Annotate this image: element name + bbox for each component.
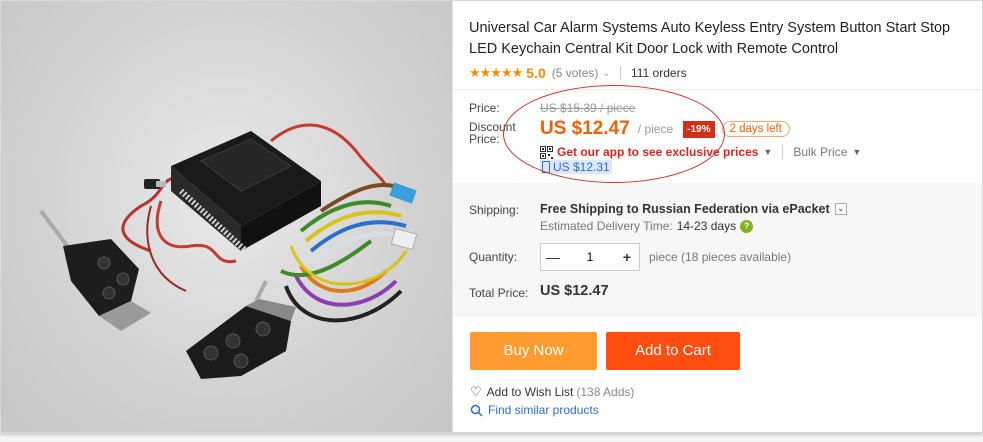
car-alarm-kit-illustration: [39, 123, 418, 379]
total-price: US $12.47: [540, 283, 609, 299]
orders-count: 111 orders: [630, 66, 687, 80]
divider: [453, 89, 982, 90]
highlight-ellipse-annotation: [503, 85, 725, 183]
shipping-method: Free Shipping to Russian Federation via …: [540, 202, 847, 216]
caret-down-icon[interactable]: ▼: [852, 147, 861, 157]
product-image[interactable]: [1, 1, 452, 432]
quantity-input[interactable]: [565, 249, 615, 265]
delivery-time-row: Estimated Delivery Time: 14-23 days ?: [540, 219, 754, 233]
increase-quantity-button[interactable]: +: [615, 249, 639, 265]
rating-score: 5.0: [526, 65, 546, 81]
total-price-label: Total Price:: [469, 286, 529, 300]
product-title: Universal Car Alarm Systems Auto Keyless…: [469, 20, 951, 57]
product-info-panel: Universal Car Alarm Systems Auto Keyless…: [452, 1, 982, 432]
caret-down-icon[interactable]: ▼: [763, 147, 772, 157]
wishlist-label: Add to Wish List: [486, 385, 574, 399]
decrease-quantity-button[interactable]: —: [541, 249, 565, 265]
find-similar-label: Find similar products: [488, 403, 599, 417]
price-label: Price:: [469, 101, 500, 115]
find-similar-link[interactable]: Find similar products: [470, 403, 599, 417]
time-left-badge: 2 days left: [721, 121, 790, 137]
chevron-down-icon[interactable]: ⌄: [834, 203, 847, 215]
divider: [782, 145, 784, 159]
help-icon[interactable]: ?: [740, 219, 754, 233]
quantity-available: piece (18 pieces available): [649, 250, 792, 264]
heart-icon: ♡: [470, 384, 482, 399]
delivery-label: Estimated Delivery Time:: [540, 219, 673, 233]
wishlist-count: (138 Adds): [576, 385, 635, 399]
search-icon: [470, 404, 483, 417]
quantity-stepper: — +: [540, 243, 640, 271]
add-to-wishlist-link[interactable]: ♡ Add to Wish List (138 Adds): [470, 384, 634, 400]
buy-now-button[interactable]: Buy Now: [470, 332, 597, 370]
shipping-label: Shipping:: [469, 203, 520, 217]
rating-stars: ★★★★★: [469, 65, 523, 80]
divider: [619, 66, 621, 80]
product-page: Universal Car Alarm Systems Auto Keyless…: [0, 0, 983, 433]
chevron-down-icon[interactable]: ⌄: [602, 68, 610, 79]
delivery-time: 14-23 days: [676, 219, 737, 233]
add-to-cart-button[interactable]: Add to Cart: [606, 332, 740, 370]
shipping-method-text: Free Shipping to Russian Federation via …: [540, 202, 830, 216]
quantity-label: Quantity:: [469, 250, 518, 264]
votes-link[interactable]: (5 votes): [552, 66, 599, 80]
bulk-price-dropdown[interactable]: Bulk Price: [793, 145, 847, 159]
rating-row: ★★★★★ 5.0 (5 votes) ⌄ 111 orders: [469, 64, 687, 82]
